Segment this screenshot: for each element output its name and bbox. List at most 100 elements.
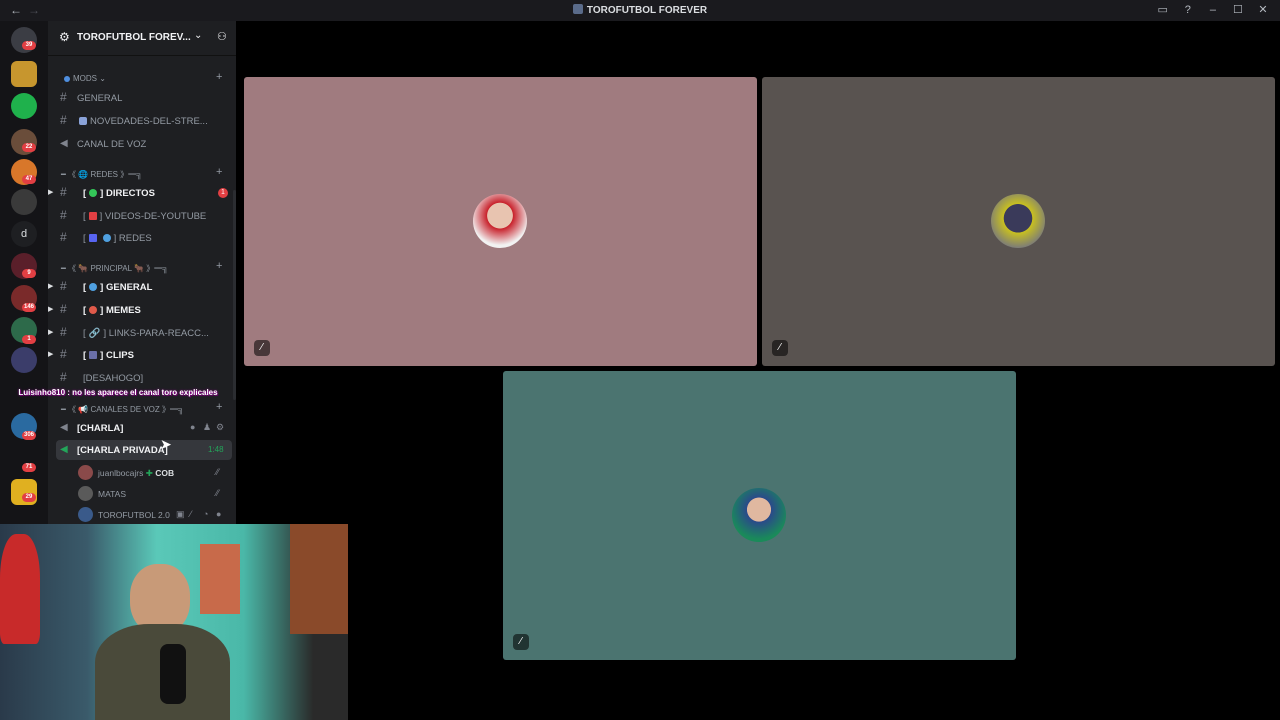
diamond-icon [64,76,70,82]
poster [290,524,348,634]
hash-icon: # [60,90,67,104]
badge: 29 [22,493,36,502]
server-icon [572,4,583,14]
avatar [473,194,527,248]
voice-user[interactable]: TOROFUTBOL 2.0 ▣ ⁄ ◔ ● [48,505,236,525]
server-icon-5[interactable] [11,189,37,215]
close-icon[interactable]: ✕ [1252,3,1274,16]
hash-icon: # [60,185,67,199]
category-label: MODS ⌄ [61,74,106,83]
channel-desahogo[interactable]: # [DESAHOGO] [48,368,236,388]
add-channel-icon[interactable]: + [216,401,222,413]
hash-icon: # [60,113,67,127]
channel-label: [] CLIPS [83,350,134,361]
channel-general[interactable]: ▶ # [] GENERAL [48,277,236,297]
santa-decoration [0,534,40,644]
add-user-icon[interactable]: ♟ [203,422,211,433]
status-icon: ● [216,509,222,519]
link-icon: 🔗 [88,328,101,339]
badge: 71 [22,463,36,472]
channel-directos[interactable]: ▶ # [] DIRECTOS 1 [48,183,236,203]
globe-icon [89,283,98,291]
user-name: TOROFUTBOL 2.0 [98,510,170,520]
webcam-overlay [0,524,348,720]
inbox-icon[interactable]: ▭ [1152,3,1174,16]
invite-icon[interactable]: ⚇ [217,30,227,43]
maximize-icon[interactable]: ☐ [1227,3,1249,16]
voice-tile-2[interactable]: ⁄ [762,77,1275,366]
channel-label: [CHARLA PRIVADA] [77,445,168,456]
server-icon-9[interactable] [11,347,37,373]
voice-tile-3[interactable]: ⁄ [503,371,1016,660]
server-icon-1[interactable] [11,61,37,87]
title-bar: ← → TOROFUTBOL FOREVER ▭ ? – ☐ ✕ [0,0,1280,21]
hash-icon: # [60,208,67,222]
server-rail: 39 22 47 d 9 146 1 306 71 29 [0,21,48,526]
role-icon: ✚ [145,468,153,478]
user-name: MATAS [98,489,127,499]
voice-user[interactable]: MATAS ⁄⁄ [48,484,236,504]
add-channel-icon[interactable]: + [216,71,222,83]
badge: 306 [22,431,37,440]
caret-right-icon: ▶ [48,189,54,196]
caret-right-icon: ▶ [48,329,54,336]
server-icon-d[interactable]: d [11,221,37,247]
hash-icon: # [60,325,67,339]
mic-muted-icon: ⁄⁄ [216,488,220,498]
channel-label: [CHARLA] [77,423,124,434]
speaker-icon: ◀ [60,138,68,149]
help-icon[interactable]: ? [1177,4,1199,16]
youtube-icon [88,212,97,220]
mic-muted-icon: ⁄ [772,340,788,356]
window-title: TOROFUTBOL FOREVER [0,4,1280,16]
caret-right-icon: ▶ [48,283,54,290]
add-channel-icon[interactable]: + [216,260,222,272]
screen-share-icon: ▣ [176,509,185,519]
speaker-icon: ◀ [60,444,68,455]
gear-icon[interactable]: ⚙ [216,422,224,433]
hash-icon: # [60,302,67,316]
emoji-icon [89,306,98,314]
gear-icon[interactable]: ⚙ [59,30,70,44]
channel-videos[interactable]: # [] VIDEOS-DE-YOUTUBE [48,206,236,226]
server-header[interactable]: ⚙ TOROFUTBOL FOREV... ⌄ ⚇ [48,21,236,56]
channel-label: NOVEDADES-DEL-STRE... [79,116,208,127]
caret-right-icon: ▶ [48,351,54,358]
window-controls: ▭ ? – ☐ ✕ [1152,3,1274,16]
chat-bubble-icon[interactable]: ● [190,422,195,432]
voice-user[interactable]: juanlbocajrs ✚ COB ⁄⁄ [48,463,236,483]
channel-canal-voz[interactable]: ◀ CANAL DE VOZ [48,134,236,154]
mouse-cursor: ➤ [160,436,172,452]
channel-links[interactable]: ▶ # [🔗] LINKS-PARA-REACC... [48,323,236,343]
badge: 47 [22,175,36,184]
hash-icon: # [60,347,67,361]
mic-muted-icon: ⁄⁄ [216,467,220,477]
badge: 146 [22,303,37,312]
add-channel-icon[interactable]: + [216,166,222,178]
channel-redes[interactable]: # [] REDES [48,228,236,248]
stream-chat-overlay: Luisinho810 : no les aparece el canal to… [18,388,218,397]
badge: 9 [22,269,36,278]
channel-label: GENERAL [77,93,123,104]
server-icon-2[interactable] [11,93,37,119]
channel-sidebar: ⚙ TOROFUTBOL FOREV... ⌄ ⚇ MODS ⌄ + # GEN… [48,21,236,526]
poster [200,544,240,614]
sidebar-scrollbar[interactable] [233,190,236,400]
server-name[interactable]: TOROFUTBOL FOREV... [77,32,191,43]
voice-tile-1[interactable]: ⁄ [244,77,757,366]
channel-novedades[interactable]: # NOVEDADES-DEL-STRE... [48,111,236,131]
voice-channel-charla[interactable]: ◀ [CHARLA] ● ♟ ⚙ [48,418,236,438]
user-name: juanlbocajrs ✚ COB [98,468,175,478]
avatar [732,488,786,542]
avatar [78,465,93,480]
minimize-icon[interactable]: – [1202,4,1224,16]
channel-general-mod[interactable]: # GENERAL [48,88,236,108]
chevron-down-icon[interactable]: ⌄ [194,30,202,41]
network-icon [88,234,97,242]
channel-clips[interactable]: ▶ # [] CLIPS [48,345,236,365]
channel-label: [DESAHOGO] [83,373,144,384]
voice-channel-charla-privada[interactable]: ◀ [CHARLA PRIVADA] 1:48 [56,440,232,460]
film-icon [89,351,98,359]
channel-label: [] DIRECTOS [83,188,155,199]
channel-memes[interactable]: ▶ # [] MEMES [48,300,236,320]
